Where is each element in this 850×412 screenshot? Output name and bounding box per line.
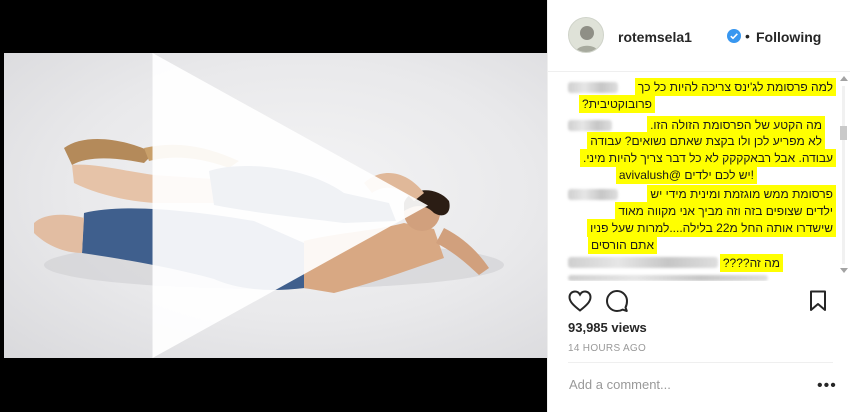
scroll-up-arrow-icon[interactable] [840, 76, 848, 81]
comments-list: למה פרסומת לג'ינס צריכה להיות כל כך פרוב… [548, 73, 850, 281]
comments-scrollbar[interactable] [839, 76, 848, 274]
verified-badge-icon [727, 29, 741, 43]
post-actions [548, 282, 850, 322]
post-timestamp[interactable]: 14 HOURS AGO [568, 343, 646, 354]
divider [568, 362, 833, 363]
comment-username-blurred [568, 275, 768, 281]
comment-username-blurred[interactable] [568, 257, 718, 268]
username-link[interactable]: rotemsela1 [618, 29, 692, 45]
comment-text-line: אתם הורסים [588, 236, 657, 254]
comment-text-line: ילדים שצופים בזה וזה מביך אני מקווה מאוד [615, 202, 836, 220]
following-button[interactable]: Following [756, 29, 821, 45]
post-video[interactable] [4, 53, 547, 358]
comment-text-line: לא מפריע לכן ולו בקצת שאתם נשואים? עבודה [587, 132, 825, 150]
add-comment-input[interactable]: Add a comment... [569, 377, 671, 392]
comment-icon[interactable] [605, 289, 629, 313]
scroll-down-arrow-icon[interactable] [840, 268, 848, 273]
comment-username-blurred[interactable] [568, 189, 618, 200]
avatar-image [569, 18, 603, 52]
avatar[interactable] [568, 17, 604, 53]
comment-text-line: עבודה. אבל רבאקקקק לא כל דבר צריך להיות … [579, 149, 836, 167]
views-count[interactable]: 93,985 views [568, 320, 647, 335]
more-options-icon[interactable]: ••• [817, 377, 837, 395]
comment-username-blurred[interactable] [568, 82, 618, 93]
comment-text-line: פרסומת ממש מוגזמת ומינית מידי יש [647, 185, 836, 203]
separator-dot: • [745, 28, 750, 44]
comment-username-blurred[interactable] [568, 120, 612, 131]
scroll-thumb[interactable] [840, 126, 847, 140]
comment-text-line: שישדרו אותה החל מ22 בלילה....למרות שעל פ… [587, 219, 836, 237]
comment-text-line: למה פרסומת לג'ינס צריכה להיות כל כך [634, 78, 836, 96]
comment-text-line: מה זה???? [719, 254, 783, 272]
comment-text-line: פרובוקטיבית? [579, 95, 655, 113]
comment-text-line: !יש לכם ילדים @avivalush [615, 166, 757, 184]
bookmark-icon[interactable] [809, 290, 827, 312]
scroll-track[interactable] [842, 86, 845, 264]
play-icon[interactable] [4, 53, 547, 358]
post-header: rotemsela1 • Following [548, 0, 850, 72]
heart-icon[interactable] [568, 290, 592, 312]
post-side-panel: rotemsela1 • Following למה פרסומת לג'ינס… [547, 0, 850, 412]
media-pane [0, 0, 547, 412]
